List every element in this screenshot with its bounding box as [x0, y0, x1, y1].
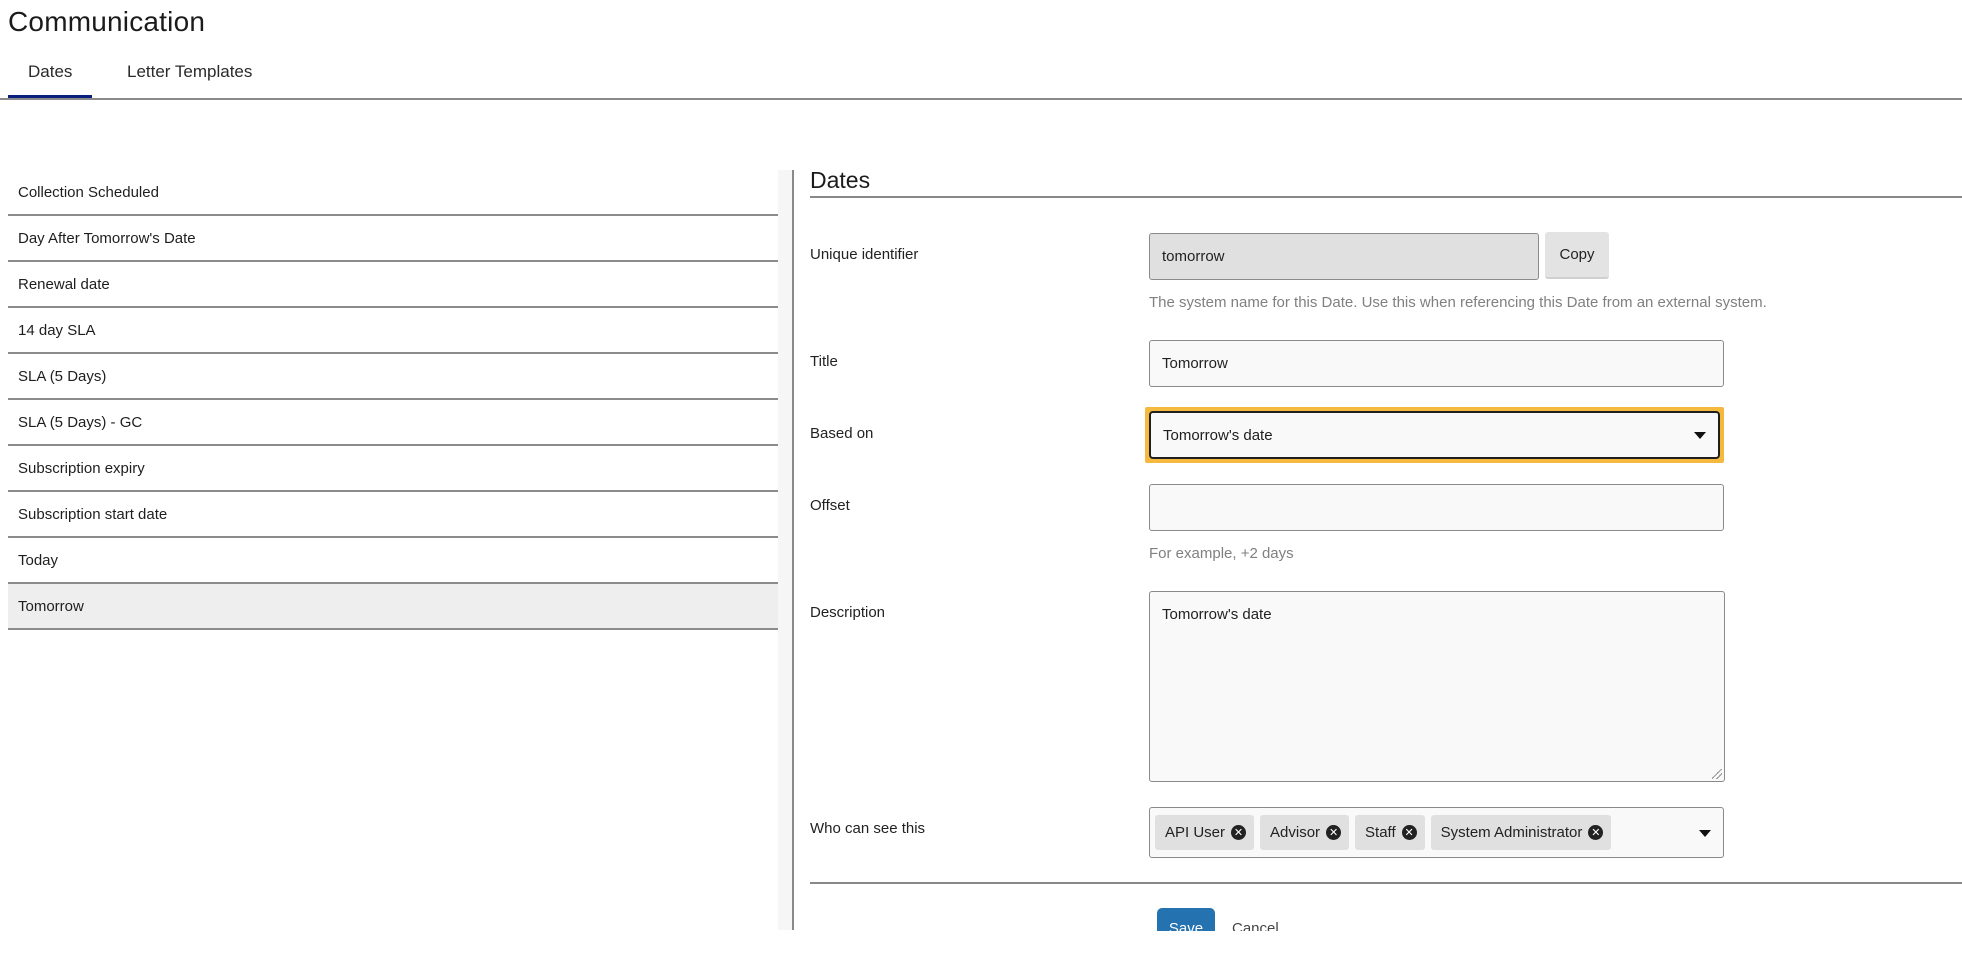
unique-identifier-help: The system name for this Date. Use this … — [1149, 294, 1767, 311]
resize-handle-icon[interactable] — [1712, 769, 1722, 779]
remove-tag-icon[interactable]: ✕ — [1401, 825, 1417, 840]
chevron-down-icon[interactable] — [1699, 829, 1711, 837]
save-button[interactable]: Save — [1157, 908, 1215, 931]
tab-letter-templates[interactable]: Letter Templates — [127, 62, 252, 82]
tag-api-user: API User ✕ — [1155, 815, 1255, 850]
unique-identifier-input[interactable]: tomorrow — [1149, 233, 1539, 280]
cancel-button[interactable]: Cancel — [1232, 920, 1279, 931]
list-item[interactable]: 14 day SLA — [8, 308, 778, 354]
title-input[interactable]: Tomorrow — [1149, 340, 1724, 387]
date-edit-form: Dates Unique identifier tomorrow Copy Th… — [810, 166, 1962, 931]
remove-tag-icon[interactable]: ✕ — [1231, 825, 1247, 840]
tab-dates[interactable]: Dates — [7, 62, 94, 98]
chevron-down-icon — [1694, 432, 1706, 439]
list-item[interactable]: SLA (5 Days) — [8, 354, 778, 400]
tag-label: Advisor — [1270, 824, 1321, 841]
offset-help: For example, +2 days — [1149, 545, 1294, 562]
viewport: Communication Dates Letter Templates Col… — [0, 0, 1962, 931]
tab-bar: Dates Letter Templates — [0, 54, 1962, 100]
remove-tag-icon[interactable]: ✕ — [1326, 825, 1342, 840]
page-title: Communication — [8, 6, 206, 37]
copy-button[interactable]: Copy — [1545, 232, 1609, 279]
list-item[interactable]: Collection Scheduled — [8, 170, 778, 216]
list-item-selected[interactable]: Tomorrow — [8, 584, 778, 630]
visibility-label: Who can see this — [810, 820, 926, 837]
panel-gutter — [778, 170, 792, 930]
based-on-value: Tomorrow's date — [1163, 426, 1273, 444]
tag-label: API User — [1165, 824, 1226, 841]
panel-divider[interactable] — [792, 170, 794, 930]
form-divider — [810, 882, 1962, 884]
offset-input[interactable] — [1149, 484, 1724, 531]
tag-advisor: Advisor ✕ — [1260, 815, 1350, 850]
list-item[interactable]: Subscription expiry — [8, 446, 778, 492]
unique-identifier-label: Unique identifier — [810, 246, 919, 263]
list-item[interactable]: Day After Tomorrow's Date — [8, 216, 778, 262]
remove-tag-icon[interactable]: ✕ — [1588, 825, 1604, 840]
list-item[interactable]: Today — [8, 538, 778, 584]
list-item[interactable]: Renewal date — [8, 262, 778, 308]
tag-label: System Administrator — [1440, 824, 1583, 841]
based-on-select[interactable]: Tomorrow's date — [1149, 411, 1720, 459]
offset-label: Offset — [810, 497, 850, 514]
description-label: Description — [810, 604, 886, 621]
tag-staff: Staff ✕ — [1355, 815, 1425, 850]
description-textarea[interactable]: Tomorrow's date — [1149, 591, 1725, 782]
form-heading: Dates — [810, 166, 1962, 198]
title-label: Title — [810, 353, 838, 370]
tag-system-administrator: System Administrator ✕ — [1430, 815, 1612, 850]
dates-list: Collection Scheduled Day After Tomorrow'… — [8, 170, 778, 630]
tag-label: Staff — [1365, 824, 1396, 841]
list-item[interactable]: SLA (5 Days) - GC — [8, 400, 778, 446]
visibility-multiselect[interactable]: API User ✕ Advisor ✕ Staff ✕ System Admi… — [1149, 807, 1724, 858]
list-item[interactable]: Subscription start date — [8, 492, 778, 538]
based-on-label: Based on — [810, 425, 874, 442]
description-value: Tomorrow's date — [1162, 606, 1272, 623]
